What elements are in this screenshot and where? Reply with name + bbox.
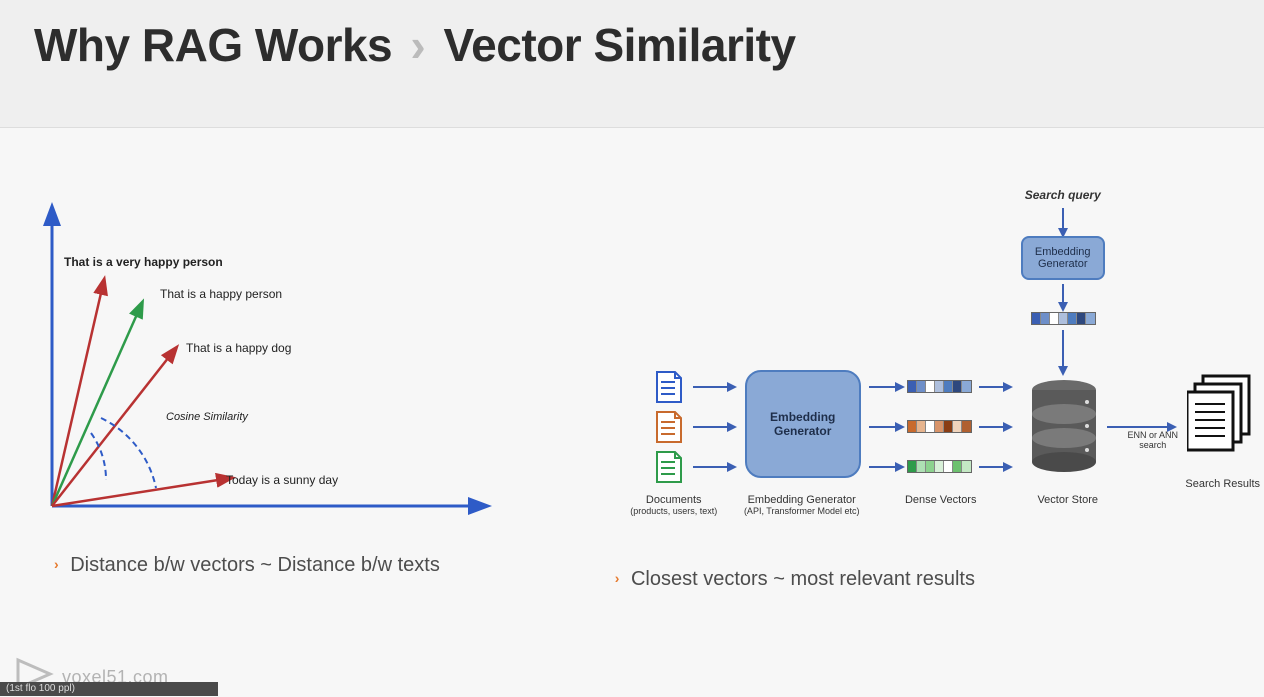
flow-arrow xyxy=(1062,330,1064,368)
search-results-icon xyxy=(1187,374,1257,457)
embedding-generator-small: Embedding Generator xyxy=(1021,236,1105,280)
dense-vector xyxy=(907,380,972,393)
flow-arrow xyxy=(979,466,1005,468)
flow-arrow xyxy=(869,386,897,388)
flow-arrow xyxy=(1107,426,1169,428)
enn-label: ENN or ANN search xyxy=(1123,430,1183,450)
flow-arrow xyxy=(693,386,729,388)
cosine-label: Cosine Similarity xyxy=(166,411,249,423)
slide-header: Why RAG Works › Vector Similarity xyxy=(0,0,1264,128)
dense-vector xyxy=(907,460,972,473)
left-bullet: › Distance b/w vectors ~ Distance b/w te… xyxy=(54,554,597,577)
flow-arrow xyxy=(979,386,1005,388)
left-bullet-text: Distance b/w vectors ~ Distance b/w text… xyxy=(70,554,440,576)
vec-label-0: That is a very happy person xyxy=(64,255,223,269)
left-column: That is a very happy person That is a ha… xyxy=(0,128,607,696)
right-bullet: › Closest vectors ~ most relevant result… xyxy=(615,568,1254,591)
document-icon xyxy=(655,370,683,404)
browser-tab-overlay: (1st flo 100 ppl) xyxy=(0,682,218,696)
search-query-label: Search query xyxy=(1025,188,1101,202)
flow-arrow xyxy=(693,466,729,468)
embedgen-label: Embedding Generator (API, Transformer Mo… xyxy=(737,494,867,516)
dense-vector xyxy=(907,420,972,433)
rag-pipeline-diagram: Search query Embedding Generator xyxy=(607,178,1264,548)
vec-label-3: Today is a sunny day xyxy=(226,473,338,487)
flow-arrow xyxy=(1062,284,1064,304)
slide-body: That is a very happy person That is a ha… xyxy=(0,128,1264,696)
vec-label-1: That is a happy person xyxy=(160,287,282,301)
flow-arrow xyxy=(979,426,1005,428)
query-dense-vector xyxy=(1031,312,1096,325)
bullet-marker: › xyxy=(54,556,59,572)
title-right: Vector Similarity xyxy=(444,19,796,71)
vec-label-2: That is a happy dog xyxy=(186,341,291,355)
flow-arrow xyxy=(869,426,897,428)
search-results-label: Search Results xyxy=(1183,478,1263,490)
embedding-generator-big: Embedding Generator xyxy=(745,370,861,478)
breadcrumb-chevron: › xyxy=(410,19,425,71)
slide-title: Why RAG Works › Vector Similarity xyxy=(34,18,1230,72)
flow-arrow xyxy=(1062,208,1064,230)
right-bullet-text: Closest vectors ~ most relevant results xyxy=(631,568,975,590)
right-column: Search query Embedding Generator xyxy=(607,128,1264,696)
vector-store-label: Vector Store xyxy=(1033,494,1103,506)
document-icon xyxy=(655,410,683,444)
flow-arrow xyxy=(869,466,897,468)
bullet-marker: › xyxy=(615,570,620,586)
title-left: Why RAG Works xyxy=(34,19,392,71)
dense-vectors-label: Dense Vectors xyxy=(901,494,981,506)
document-icon xyxy=(655,450,683,484)
cosine-similarity-plot: That is a very happy person That is a ha… xyxy=(36,198,496,528)
documents-label: Documents (products, users, text) xyxy=(629,494,719,516)
vector-store-icon xyxy=(1029,378,1099,481)
flow-arrow xyxy=(693,426,729,428)
